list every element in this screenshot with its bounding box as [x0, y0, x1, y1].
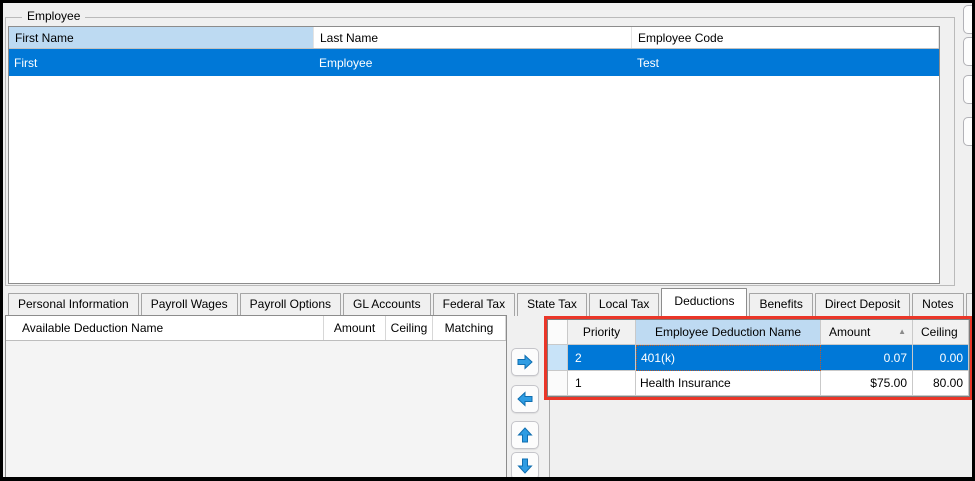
ceiling-cell[interactable]: 80.00: [913, 371, 969, 396]
column-header-avail-ceiling[interactable]: Ceiling: [386, 316, 433, 340]
arrow-right-icon: [515, 352, 535, 372]
row-selector[interactable]: [548, 345, 568, 371]
move-down-button[interactable]: [511, 452, 539, 480]
row-selector[interactable]: [548, 371, 568, 396]
column-header-ceiling[interactable]: Ceiling: [913, 320, 969, 345]
tab-personal-information[interactable]: Personal Information: [8, 293, 139, 316]
column-header-deduction-name[interactable]: Employee Deduction Name: [636, 320, 821, 345]
amount-cell[interactable]: $75.00: [821, 371, 913, 396]
available-deductions-list: Available Deduction Name Amount Ceiling …: [5, 315, 507, 481]
amount-cell[interactable]: 0.07: [821, 345, 913, 371]
tab-payroll-options[interactable]: Payroll Options: [240, 293, 341, 316]
tab-federal-tax[interactable]: Federal Tax: [433, 293, 515, 316]
deduction-name-cell[interactable]: 401(k): [636, 345, 821, 371]
side-button-3[interactable]: [963, 75, 975, 104]
column-header-first-name[interactable]: First Name: [9, 27, 314, 48]
employee-last-name-cell[interactable]: Employee: [314, 49, 632, 76]
employee-list: First Name Last Name Employee Code First…: [8, 26, 940, 284]
tab-direct-deposit[interactable]: Direct Deposit: [815, 293, 910, 316]
deductions-grid-highlight: Priority Employee Deduction Name Amount …: [544, 316, 973, 400]
sort-asc-icon: ▲: [898, 328, 906, 336]
payroll-employee-window: Employee First Name Last Name Employee C…: [0, 0, 975, 481]
column-header-avail-matching[interactable]: Matching: [433, 316, 506, 340]
deduction-name-cell[interactable]: Health Insurance: [636, 371, 821, 396]
ceiling-cell[interactable]: 0.00: [913, 345, 969, 371]
priority-cell[interactable]: 2: [568, 345, 636, 371]
employee-code-cell[interactable]: Test: [632, 49, 939, 76]
side-button-4[interactable]: [963, 117, 975, 146]
tab-checks[interactable]: Checks: [966, 293, 975, 316]
grid-left-border-extension: [549, 399, 550, 480]
tab-gl-accounts[interactable]: GL Accounts: [343, 293, 431, 316]
employee-row[interactable]: First Employee Test: [9, 49, 939, 76]
column-header-available-deduction-name[interactable]: Available Deduction Name: [6, 316, 324, 340]
tab-local-tax[interactable]: Local Tax: [589, 293, 659, 316]
amount-header-label: Amount: [829, 325, 870, 339]
employee-groupbox-label: Employee: [22, 9, 85, 24]
priority-cell[interactable]: 1: [568, 371, 636, 396]
move-left-button[interactable]: [511, 385, 539, 413]
column-header-avail-amount[interactable]: Amount: [324, 316, 386, 340]
tab-deductions[interactable]: Deductions: [661, 288, 747, 316]
column-header-priority[interactable]: Priority: [568, 320, 636, 345]
side-button-1[interactable]: [963, 5, 975, 34]
column-header-amount[interactable]: Amount ▲: [821, 320, 913, 345]
move-up-button[interactable]: [511, 421, 539, 449]
employee-list-header: First Name Last Name Employee Code: [9, 27, 939, 49]
tab-notes[interactable]: Notes: [912, 293, 963, 316]
column-header-employee-code[interactable]: Employee Code: [632, 27, 939, 48]
arrow-down-icon: [515, 456, 535, 476]
tab-benefits[interactable]: Benefits: [749, 293, 812, 316]
tab-state-tax[interactable]: State Tax: [517, 293, 587, 316]
tab-strip: Personal Information Payroll Wages Payro…: [8, 288, 975, 316]
arrow-left-icon: [515, 389, 535, 409]
move-right-button[interactable]: [511, 348, 539, 376]
grid-corner-cell[interactable]: [548, 320, 568, 345]
available-deductions-header: Available Deduction Name Amount Ceiling …: [6, 316, 506, 341]
employee-first-name-cell[interactable]: First: [9, 49, 314, 76]
column-header-last-name[interactable]: Last Name: [314, 27, 632, 48]
arrow-up-icon: [515, 425, 535, 445]
side-button-2[interactable]: [963, 37, 975, 66]
employee-deductions-grid: Priority Employee Deduction Name Amount …: [547, 319, 970, 397]
available-deductions-body[interactable]: [6, 341, 506, 481]
tab-payroll-wages[interactable]: Payroll Wages: [141, 293, 238, 316]
